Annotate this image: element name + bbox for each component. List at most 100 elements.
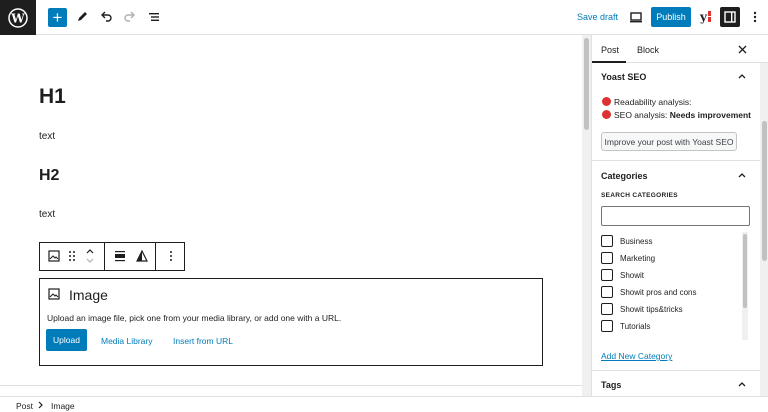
more-vertical-icon — [753, 11, 757, 23]
duotone-icon — [136, 250, 148, 262]
image-block-title: Image — [69, 287, 108, 303]
category-checkbox[interactable] — [601, 320, 613, 332]
move-block-buttons[interactable] — [83, 246, 97, 266]
active-tab-indicator — [592, 61, 626, 63]
seo-analysis-label: SEO analysis: Needs improvement — [614, 110, 751, 120]
category-label: Tutorials — [620, 321, 651, 331]
align-button[interactable] — [113, 249, 127, 263]
toolbar-separator — [155, 243, 156, 270]
categories-scrollbar[interactable] — [742, 232, 748, 340]
sidebar-scrollbar[interactable] — [760, 63, 768, 396]
category-item[interactable]: Marketing — [601, 252, 655, 264]
svg-text:y: y — [699, 10, 708, 24]
breadcrumb-image[interactable]: Image — [51, 401, 75, 411]
media-library-button[interactable]: Media Library — [101, 336, 153, 346]
align-none-icon — [115, 251, 125, 262]
category-item[interactable]: Business — [601, 235, 652, 247]
editor-scrollbar-thumb[interactable] — [584, 38, 589, 130]
redo-button[interactable] — [120, 7, 140, 27]
insert-from-url-button[interactable]: Insert from URL — [173, 336, 233, 346]
preview-button[interactable] — [626, 7, 646, 27]
edit-tools-button[interactable] — [72, 7, 92, 27]
category-checkbox[interactable] — [601, 286, 613, 298]
undo-icon — [101, 11, 112, 22]
settings-button[interactable] — [720, 7, 740, 27]
pencil-icon — [78, 12, 87, 21]
block-options-button[interactable] — [164, 249, 178, 263]
image-block-placeholder[interactable]: Image Upload an image file, pick one fro… — [39, 278, 543, 366]
category-label: Showit pros and cons — [620, 287, 697, 297]
category-label: Showit tips&tricks — [620, 304, 683, 314]
desktop-icon — [630, 12, 642, 23]
heading-block-h2[interactable]: H2 — [39, 167, 59, 185]
block-breadcrumb: Post Image — [0, 396, 768, 412]
tags-panel-title[interactable]: Tags — [601, 380, 621, 390]
redo-icon — [124, 11, 135, 22]
undo-button[interactable] — [96, 7, 116, 27]
readability-status-icon — [602, 97, 611, 106]
panel-divider — [592, 160, 760, 161]
wordpress-logo-icon[interactable]: W — [0, 0, 36, 35]
close-icon[interactable] — [738, 45, 747, 54]
drag-handle-icon[interactable] — [65, 249, 79, 263]
editor-header: W + Save draft Publish y — [0, 0, 768, 35]
options-button[interactable] — [745, 7, 765, 27]
category-checkbox[interactable] — [601, 252, 613, 264]
sidebar-toggle-icon — [724, 11, 736, 23]
svg-text:W: W — [10, 11, 25, 25]
image-icon — [48, 288, 60, 300]
chevron-down-icon — [86, 258, 94, 263]
seo-status-icon — [602, 110, 611, 119]
yoast-icon: y — [699, 10, 711, 24]
tab-post[interactable]: Post — [601, 45, 619, 55]
editor-scrollbar[interactable] — [582, 35, 591, 396]
yoast-panel-title[interactable]: Yoast SEO — [601, 72, 646, 82]
panel-divider — [592, 370, 760, 371]
categories-scrollbar-thumb[interactable] — [743, 234, 747, 308]
plus-icon: + — [52, 8, 63, 27]
list-view-icon — [149, 13, 159, 21]
seo-analysis-status: Needs improvement — [669, 110, 752, 120]
image-block-instructions: Upload an image file, pick one from your… — [47, 313, 342, 323]
category-checkbox[interactable] — [601, 303, 613, 315]
toolbar-separator — [104, 243, 105, 270]
tab-block[interactable]: Block — [637, 45, 659, 55]
category-item[interactable]: Showit pros and cons — [601, 286, 697, 298]
chevron-up-icon[interactable] — [737, 171, 747, 179]
category-checkbox[interactable] — [601, 269, 613, 281]
category-label: Business — [620, 236, 653, 246]
search-categories-input[interactable] — [601, 206, 750, 226]
add-block-button[interactable]: + — [48, 8, 67, 27]
image-block-type-icon[interactable] — [47, 249, 61, 263]
save-draft-button[interactable]: Save draft — [577, 12, 618, 22]
breadcrumb-post[interactable]: Post — [16, 401, 33, 411]
sidebar-scrollbar-thumb[interactable] — [762, 121, 767, 261]
improve-post-yoast-button[interactable]: Improve your post with Yoast SEO — [601, 132, 737, 151]
paragraph-block[interactable]: text — [39, 209, 55, 220]
yoast-button[interactable]: y — [696, 7, 716, 27]
search-categories-label: SEARCH CATEGORIES — [601, 192, 678, 199]
publish-button[interactable]: Publish — [651, 7, 691, 27]
duotone-button[interactable] — [135, 249, 149, 263]
category-checkbox[interactable] — [601, 235, 613, 247]
heading-block-h1[interactable]: H1 — [39, 85, 66, 109]
categories-panel-title[interactable]: Categories — [601, 171, 648, 181]
upload-button[interactable]: Upload — [46, 329, 87, 351]
category-label: Showit — [620, 270, 645, 280]
seo-analysis-prefix: SEO analysis: — [614, 110, 668, 120]
readability-analysis-label: Readability analysis: — [614, 97, 692, 107]
add-new-category-link[interactable]: Add New Category — [601, 351, 672, 361]
more-vertical-icon — [170, 251, 172, 261]
settings-sidebar: Post Block Yoast SEO Readability analysi… — [591, 35, 768, 396]
chevron-up-icon[interactable] — [737, 72, 747, 80]
chevron-right-icon — [38, 401, 43, 409]
category-label: Marketing — [620, 253, 656, 263]
document-overview-button[interactable] — [144, 7, 164, 27]
category-item[interactable]: Showit — [601, 269, 644, 281]
paragraph-block[interactable]: text — [39, 131, 55, 142]
category-item[interactable]: Showit tips&tricks — [601, 303, 683, 315]
editor-divider — [0, 385, 582, 386]
category-item[interactable]: Tutorials — [601, 320, 650, 332]
block-toolbar — [39, 242, 185, 271]
chevron-up-icon[interactable] — [737, 380, 747, 388]
